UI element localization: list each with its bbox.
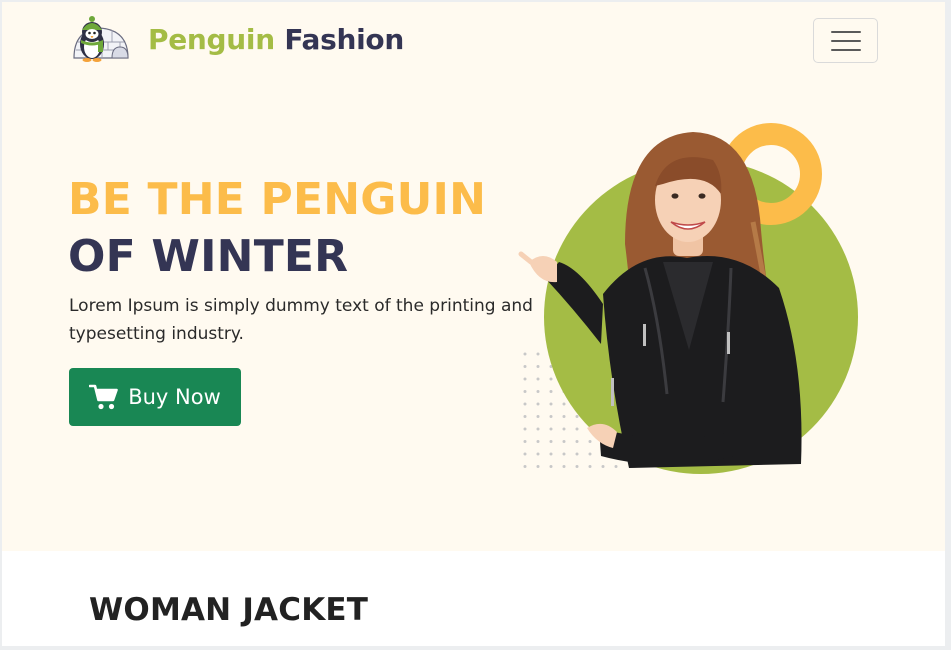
dot (536, 365, 540, 368)
dot (536, 415, 540, 418)
dot (536, 452, 540, 456)
brand-name: Penguin Fashion (148, 23, 404, 56)
dot (536, 390, 540, 393)
hamburger-menu-icon-bar-3 (830, 48, 861, 51)
dot (549, 465, 553, 468)
dot (575, 427, 579, 431)
dot (562, 452, 566, 456)
dot (549, 440, 553, 443)
dot (549, 452, 553, 456)
dot (549, 390, 553, 393)
dot (523, 402, 527, 406)
dot (575, 465, 579, 468)
dot (523, 365, 527, 368)
dot (536, 377, 540, 381)
dot (575, 415, 579, 418)
hamburger-menu-icon (830, 30, 861, 33)
hamburger-menu-icon-bar-2 (830, 39, 861, 42)
hero-headline-line2: OF WINTER (68, 231, 349, 282)
brand-name-part1: Penguin (148, 22, 275, 56)
dot (562, 440, 566, 443)
dot (523, 427, 527, 431)
dot (549, 415, 553, 418)
dot (575, 440, 579, 443)
penguin-igloo-logo (73, 16, 129, 62)
hero-illustration (518, 123, 858, 474)
dot (601, 465, 605, 468)
dot (614, 465, 618, 468)
hero-headline-line1: BE THE PENGUIN (68, 174, 487, 225)
brand-link[interactable]: Penguin Fashion (68, 14, 404, 64)
dot (562, 415, 566, 418)
buy-now-button[interactable]: Buy Now (69, 368, 241, 426)
brand-name-part2: Fashion (284, 22, 404, 56)
buy-now-label: Buy Now (128, 385, 221, 409)
navbar-toggler-button[interactable] (813, 18, 878, 63)
dot (588, 452, 592, 456)
page: Penguin Fashion BE THE PENGUIN OF WINTER… (2, 2, 945, 646)
dot (562, 427, 566, 431)
dot (523, 377, 527, 381)
dot (588, 440, 592, 443)
dot (588, 465, 592, 468)
dot (536, 352, 540, 356)
dot (523, 415, 527, 418)
dot (549, 377, 553, 381)
dot (549, 427, 553, 431)
dot (536, 402, 540, 406)
dot (523, 352, 527, 356)
dot (536, 440, 540, 443)
dot (549, 402, 553, 406)
shopping-cart-icon (89, 384, 119, 410)
section-title: WOMAN JACKET (89, 592, 369, 628)
dot (523, 440, 527, 443)
hero-description: Lorem Ipsum is simply dummy text of the … (69, 296, 533, 344)
dot (523, 390, 527, 393)
dot (536, 465, 540, 468)
dot (536, 427, 540, 431)
dot (523, 452, 527, 456)
dot (562, 465, 566, 468)
dot (562, 402, 566, 406)
dot (523, 465, 527, 468)
dot (575, 452, 579, 456)
hero-section: Penguin Fashion BE THE PENGUIN OF WINTER… (2, 2, 945, 551)
